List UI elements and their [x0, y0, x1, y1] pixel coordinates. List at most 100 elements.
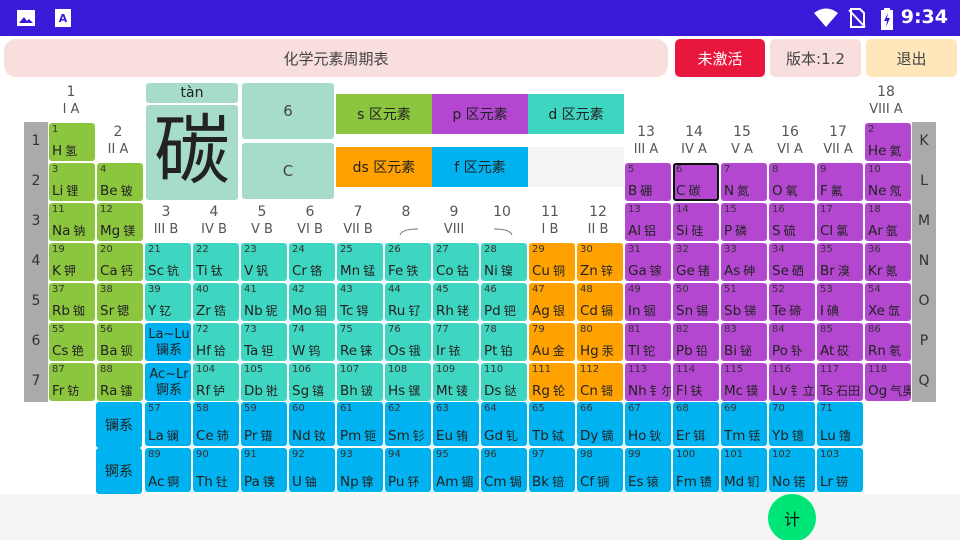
element-cell-np[interactable]: 93 Np 镎 — [337, 448, 383, 492]
element-cell-mn[interactable]: 25 Mn 锰 — [337, 243, 383, 281]
element-cell-hf[interactable]: 72 Hf 铪 — [193, 323, 239, 361]
element-cell-he[interactable]: 2 He 氦 — [865, 123, 911, 161]
element-cell-tb[interactable]: 65 Tb 铽 — [529, 402, 575, 446]
element-cell-sc[interactable]: 21 Sc 钪 — [145, 243, 191, 281]
element-cell-in[interactable]: 49 In 铟 — [625, 283, 671, 321]
element-cell-nb[interactable]: 41 Nb 铌 — [241, 283, 287, 321]
element-cell-k[interactable]: 19 K 钾 — [49, 243, 95, 281]
element-cell-i[interactable]: 53 I 碘 — [817, 283, 863, 321]
element-cell-na[interactable]: 11 Na 钠 — [49, 203, 95, 241]
element-cell-u[interactable]: 92 U 铀 — [289, 448, 335, 492]
element-cell-pu[interactable]: 94 Pu 钚 — [385, 448, 431, 492]
element-cell-co[interactable]: 27 Co 钴 — [433, 243, 479, 281]
element-cell-ge[interactable]: 32 Ge 锗 — [673, 243, 719, 281]
element-cell-lu[interactable]: 71 Lu 镥 — [817, 402, 863, 446]
element-cell-bh[interactable]: 107 Bh 𬭛 — [337, 363, 383, 401]
element-cell-gd[interactable]: 64 Gd 钆 — [481, 402, 527, 446]
element-cell-li[interactable]: 3 Li 锂 — [49, 163, 95, 201]
element-cell-cn[interactable]: 112 Cn 鿔 — [577, 363, 623, 401]
element-cell-cm[interactable]: 96 Cm 锔 — [481, 448, 527, 492]
element-cell-dy[interactable]: 66 Dy 镝 — [577, 402, 623, 446]
element-cell-ac[interactable]: 89 Ac 锕 — [145, 448, 191, 492]
element-cell-yb[interactable]: 70 Yb 镱 — [769, 402, 815, 446]
element-cell-s[interactable]: 16 S 硫 — [769, 203, 815, 241]
element-cell-ti[interactable]: 22 Ti 钛 — [193, 243, 239, 281]
element-cell-si[interactable]: 14 Si 硅 — [673, 203, 719, 241]
element-cell-fe[interactable]: 26 Fe 铁 — [385, 243, 431, 281]
element-cell-nh[interactable]: 113 Nh 钅尔 — [625, 363, 671, 401]
element-cell-zn[interactable]: 30 Zn 锌 — [577, 243, 623, 281]
element-cell-bk[interactable]: 97 Bk 锫 — [529, 448, 575, 492]
element-cell-pd[interactable]: 46 Pd 钯 — [481, 283, 527, 321]
element-cell-re[interactable]: 75 Re 铼 — [337, 323, 383, 361]
element-cell-fl[interactable]: 114 Fl 𫓧 — [673, 363, 719, 401]
element-cell-pr[interactable]: 59 Pr 镨 — [241, 402, 287, 446]
element-cell-er[interactable]: 68 Er 铒 — [673, 402, 719, 446]
element-cell-pt[interactable]: 78 Pt 铂 — [481, 323, 527, 361]
element-cell-o[interactable]: 8 O氧 — [769, 163, 815, 201]
legend-p-block[interactable]: p 区元素 — [432, 94, 528, 134]
element-cell-rg[interactable]: 111 Rg 𬬭 — [529, 363, 575, 401]
element-cell-hs[interactable]: 108 Hs 𬭶 — [385, 363, 431, 401]
element-cell-mg[interactable]: 12 Mg 镁 — [97, 203, 143, 241]
element-cell-ds[interactable]: 110 Ds 𫟼 — [481, 363, 527, 401]
element-cell-ar[interactable]: 18 Ar 氩 — [865, 203, 911, 241]
element-cell-mt[interactable]: 109 Mt 鿏 — [433, 363, 479, 401]
element-cell-as[interactable]: 33 As 砷 — [721, 243, 767, 281]
activate-button[interactable]: 未激活 — [675, 39, 765, 77]
element-cell-tl[interactable]: 81 Tl 铊 — [625, 323, 671, 361]
element-cell-fm[interactable]: 100 Fm 镄 — [673, 448, 719, 492]
element-cell-ba[interactable]: 56 Ba 钡 — [97, 323, 143, 361]
element-cell-sg[interactable]: 106 Sg 𬭳 — [289, 363, 335, 401]
element-cell-cl[interactable]: 17 Cl 氯 — [817, 203, 863, 241]
calculator-fab[interactable]: 计 — [768, 494, 816, 540]
element-cell-sn[interactable]: 50 Sn 锡 — [673, 283, 719, 321]
element-cell-nd[interactable]: 60 Nd 钕 — [289, 402, 335, 446]
element-cell-bi[interactable]: 83 Bi 铋 — [721, 323, 767, 361]
element-cell-y[interactable]: 39 Y 钇 — [145, 283, 191, 321]
element-cell-b[interactable]: 5 B硼 — [625, 163, 671, 201]
lanthanide-reference-cell[interactable]: La~Lu 镧系 — [145, 323, 191, 361]
element-cell-rh[interactable]: 45 Rh 铑 — [433, 283, 479, 321]
element-cell-sm[interactable]: 62 Sm 钐 — [385, 402, 431, 446]
element-cell-db[interactable]: 105 Db 𬭊 — [241, 363, 287, 401]
element-cell-c[interactable]: 6 C碳 — [673, 163, 719, 201]
element-cell-al[interactable]: 13 Al 铝 — [625, 203, 671, 241]
element-cell-no[interactable]: 102 No 锘 — [769, 448, 815, 492]
element-cell-at[interactable]: 85 At 砹 — [817, 323, 863, 361]
element-cell-ce[interactable]: 58 Ce 铈 — [193, 402, 239, 446]
element-cell-cr[interactable]: 24 Cr 铬 — [289, 243, 335, 281]
element-cell-lr[interactable]: 103 Lr 铹 — [817, 448, 863, 492]
element-cell-th[interactable]: 90 Th 钍 — [193, 448, 239, 492]
element-cell-kr[interactable]: 36 Kr 氪 — [865, 243, 911, 281]
element-cell-am[interactable]: 95 Am 镅 — [433, 448, 479, 492]
element-cell-te[interactable]: 52 Te 碲 — [769, 283, 815, 321]
element-cell-n[interactable]: 7 N氮 — [721, 163, 767, 201]
element-cell-pm[interactable]: 61 Pm 钷 — [337, 402, 383, 446]
element-cell-pa[interactable]: 91 Pa 镤 — [241, 448, 287, 492]
element-cell-v[interactable]: 23 V 钒 — [241, 243, 287, 281]
element-cell-be[interactable]: 4 Be 铍 — [97, 163, 143, 201]
element-cell-tm[interactable]: 69 Tm 铥 — [721, 402, 767, 446]
exit-button[interactable]: 退出 — [866, 39, 957, 77]
legend-d-block[interactable]: d 区元素 — [528, 94, 624, 134]
element-cell-sr[interactable]: 38 Sr 锶 — [97, 283, 143, 321]
element-cell-hg[interactable]: 80 Hg 汞 — [577, 323, 623, 361]
element-cell-ru[interactable]: 44 Ru 钌 — [385, 283, 431, 321]
element-cell-ga[interactable]: 31 Ga 镓 — [625, 243, 671, 281]
version-button[interactable]: 版本:1.2 — [770, 39, 861, 77]
element-cell-h[interactable]: 1 H氢 — [49, 123, 95, 161]
element-cell-cu[interactable]: 29 Cu 铜 — [529, 243, 575, 281]
element-cell-md[interactable]: 101 Md 钔 — [721, 448, 767, 492]
element-cell-w[interactable]: 74 W 钨 — [289, 323, 335, 361]
legend-f-block[interactable]: f 区元素 — [432, 147, 528, 187]
element-cell-rb[interactable]: 37 Rb 铷 — [49, 283, 95, 321]
element-cell-po[interactable]: 84 Po 钋 — [769, 323, 815, 361]
element-cell-tc[interactable]: 43 Tc 锝 — [337, 283, 383, 321]
element-cell-es[interactable]: 99 Es 锿 — [625, 448, 671, 492]
element-cell-ta[interactable]: 73 Ta 钽 — [241, 323, 287, 361]
element-cell-rn[interactable]: 86 Rn 氡 — [865, 323, 911, 361]
element-cell-f[interactable]: 9 F氟 — [817, 163, 863, 201]
element-cell-og[interactable]: 118 Og 气奥 — [865, 363, 911, 401]
element-cell-ni[interactable]: 28 Ni 镍 — [481, 243, 527, 281]
